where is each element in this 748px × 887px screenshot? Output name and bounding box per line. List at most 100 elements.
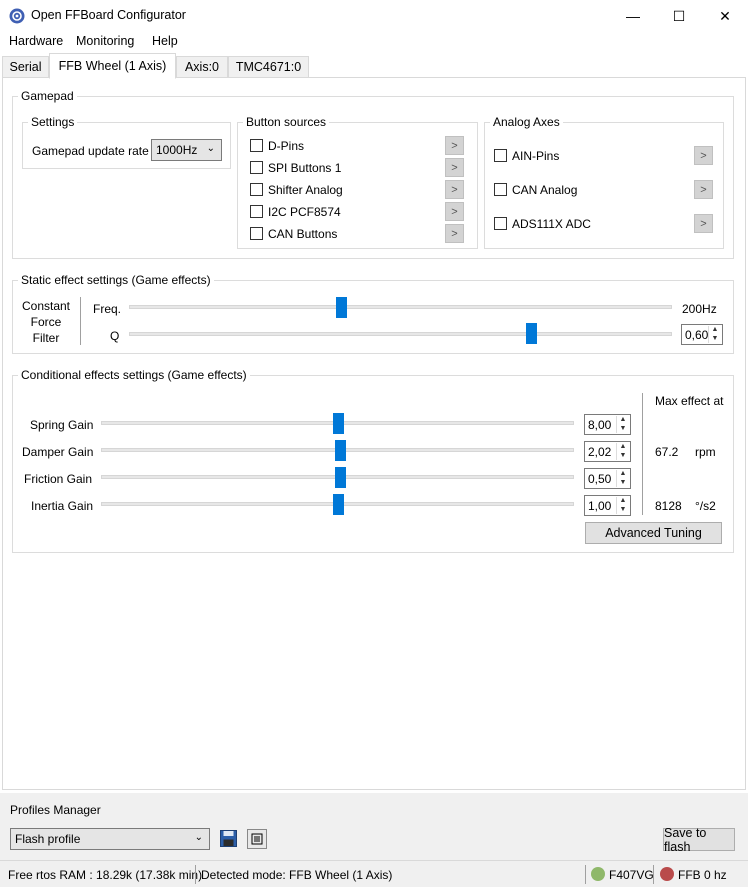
button-sources-title: Button sources xyxy=(243,115,330,129)
menu-help[interactable]: Help xyxy=(152,34,178,48)
chevron-down-icon: ⌄ xyxy=(206,143,215,154)
static-effects-group xyxy=(12,280,734,354)
can-analog-label: CAN Analog xyxy=(512,183,578,197)
i2c-pcf8574-config-button[interactable]: > xyxy=(445,202,464,221)
save-to-flash-button[interactable]: Save to flash xyxy=(663,826,735,854)
settings-group-title: Settings xyxy=(28,115,78,129)
max-effect-separator xyxy=(642,393,643,515)
spin-down-icon[interactable]: ▼ xyxy=(617,506,629,515)
friction-gain-thumb[interactable] xyxy=(334,467,346,488)
spin-down-icon[interactable]: ▼ xyxy=(617,479,629,488)
filter-separator xyxy=(80,297,81,345)
spring-gain-label: Spring Gain xyxy=(30,418,94,432)
shifter-analog-label: Shifter Analog xyxy=(268,183,343,197)
inertia-gain-value: 1,00 xyxy=(588,498,612,513)
inertia-max-unit: °/s2 xyxy=(695,499,716,513)
board-status-led xyxy=(591,867,605,881)
minimize-button[interactable]: — xyxy=(610,0,656,32)
filter-label-line-3: Filter xyxy=(32,331,60,345)
q-slider-thumb[interactable] xyxy=(525,323,537,344)
tab-axis[interactable]: Axis:0 xyxy=(176,56,228,78)
update-rate-value: 1000Hz xyxy=(156,143,198,157)
shifter-analog-checkbox[interactable] xyxy=(250,183,263,196)
filter-label-line-1: Constant xyxy=(21,299,71,313)
q-spinbox-value: 0,60 xyxy=(685,327,709,342)
spin-up-icon[interactable]: ▲ xyxy=(617,470,629,479)
can-analog-config-button[interactable]: > xyxy=(694,180,713,199)
update-rate-select[interactable]: 1000Hz ⌄ xyxy=(151,139,222,161)
status-separator xyxy=(585,865,586,884)
spring-gain-thumb[interactable] xyxy=(332,413,344,434)
friction-gain-spinbox[interactable]: 0,50 ▲ ▼ xyxy=(584,468,631,489)
advanced-tuning-button[interactable]: Advanced Tuning xyxy=(585,522,722,544)
save-profile-button[interactable] xyxy=(219,829,238,848)
profile-select[interactable]: Flash profile ⌄ xyxy=(10,828,210,850)
spin-up-icon[interactable]: ▲ xyxy=(617,416,629,425)
freq-slider-track[interactable] xyxy=(129,305,672,309)
spin-up-icon[interactable]: ▲ xyxy=(709,326,721,335)
damper-gain-value: 2,02 xyxy=(588,444,612,459)
spi-buttons-checkbox[interactable] xyxy=(250,161,263,174)
menu-monitoring[interactable]: Monitoring xyxy=(76,34,134,48)
can-analog-checkbox[interactable] xyxy=(494,183,507,196)
tab-tmc4671[interactable]: TMC4671:0 xyxy=(228,56,309,78)
status-bar: Free rtos RAM : 18.29k (17.38k min) Dete… xyxy=(0,860,748,887)
dpins-config-button[interactable]: > xyxy=(445,136,464,155)
damper-max-unit: rpm xyxy=(695,445,716,459)
damper-max-value: 67.2 xyxy=(655,445,679,459)
can-buttons-label: CAN Buttons xyxy=(268,227,338,241)
ffb-status: FFB 0 hz xyxy=(678,868,727,882)
freq-label: Freq. xyxy=(93,302,122,316)
q-slider-track[interactable] xyxy=(129,332,672,336)
freq-slider-thumb[interactable] xyxy=(335,297,347,318)
conditional-effects-title: Conditional effects settings (Game effec… xyxy=(18,368,250,382)
q-spinbox[interactable]: 0,60 ▲ ▼ xyxy=(681,324,723,345)
constant-force-filter-label: Constant Force Filter xyxy=(18,298,74,346)
dpins-checkbox[interactable] xyxy=(250,139,263,152)
friction-gain-value: 0,50 xyxy=(588,471,612,486)
shifter-analog-config-button[interactable]: > xyxy=(445,180,464,199)
status-separator xyxy=(653,865,654,884)
gamepad-group-title: Gamepad xyxy=(18,89,77,103)
q-label: Q xyxy=(110,329,120,343)
filter-label-line-2: Force xyxy=(30,315,62,329)
can-buttons-config-button[interactable]: > xyxy=(445,224,464,243)
ads111x-config-button[interactable]: > xyxy=(694,214,713,233)
close-button[interactable]: ✕ xyxy=(702,0,748,32)
spring-gain-spinbox[interactable]: 8,00 ▲ ▼ xyxy=(584,414,631,435)
damper-gain-spinbox[interactable]: 2,02 ▲ ▼ xyxy=(584,441,631,462)
i2c-pcf8574-checkbox[interactable] xyxy=(250,205,263,218)
inertia-gain-spinbox[interactable]: 1,00 ▲ ▼ xyxy=(584,495,631,516)
ain-pins-config-button[interactable]: > xyxy=(694,146,713,165)
tab-serial[interactable]: Serial xyxy=(2,56,49,78)
spi-buttons-config-button[interactable]: > xyxy=(445,158,464,177)
floppy-disk-icon xyxy=(220,830,237,847)
status-separator xyxy=(195,865,196,884)
i2c-pcf8574-label: I2C PCF8574 xyxy=(268,205,341,219)
inertia-gain-thumb[interactable] xyxy=(332,494,344,515)
mode-status: Detected mode: FFB Wheel (1 Axis) xyxy=(201,868,393,882)
profile-select-value: Flash profile xyxy=(15,832,81,846)
can-buttons-checkbox[interactable] xyxy=(250,227,263,240)
damper-gain-label: Damper Gain xyxy=(22,445,94,459)
title-bar: Open FFBoard Configurator — ☐ ✕ xyxy=(0,0,748,32)
damper-gain-thumb[interactable] xyxy=(334,440,346,461)
analog-axes-title: Analog Axes xyxy=(490,115,563,129)
max-effect-label: Max effect at xyxy=(655,394,724,408)
menu-hardware[interactable]: Hardware xyxy=(9,34,63,48)
spin-down-icon[interactable]: ▼ xyxy=(709,335,721,344)
profiles-title: Profiles Manager xyxy=(10,803,101,817)
maximize-button[interactable]: ☐ xyxy=(656,0,702,32)
ads111x-checkbox[interactable] xyxy=(494,217,507,230)
spi-buttons-label: SPI Buttons 1 xyxy=(268,161,342,175)
spin-down-icon[interactable]: ▼ xyxy=(617,425,629,434)
tab-ffb-wheel[interactable]: FFB Wheel (1 Axis) xyxy=(49,53,176,79)
board-status: F407VG xyxy=(609,868,654,882)
profile-list-button[interactable] xyxy=(247,829,267,849)
spin-up-icon[interactable]: ▲ xyxy=(617,443,629,452)
spin-down-icon[interactable]: ▼ xyxy=(617,452,629,461)
spin-up-icon[interactable]: ▲ xyxy=(617,497,629,506)
ain-pins-checkbox[interactable] xyxy=(494,149,507,162)
static-effects-title: Static effect settings (Game effects) xyxy=(18,273,214,287)
ain-pins-label: AIN-Pins xyxy=(512,149,560,163)
